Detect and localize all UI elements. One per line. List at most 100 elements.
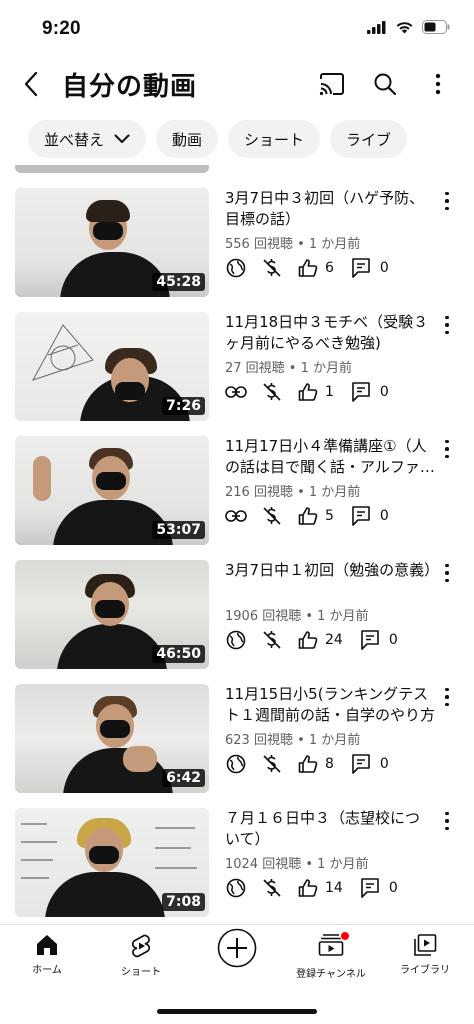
video-title[interactable]: 11月18日中３モチベ（受験３ヶ月前にやるべき勉強)	[225, 312, 435, 354]
shorts-icon	[131, 934, 151, 958]
cast-icon	[319, 73, 344, 96]
video-title[interactable]: 3月7日中１初回（勉強の意義）	[225, 560, 435, 602]
video-list[interactable]: 45:28 3月7日中３初回（ハゲ予防、目標の話） 556 回視聴 • 1 か月…	[0, 165, 474, 923]
comment-icon	[350, 257, 372, 279]
video-meta: 1906 回視聴 • 1 か月前	[225, 609, 369, 624]
globe-icon	[225, 877, 247, 899]
comments-count: 0	[379, 756, 389, 772]
video-menu-button[interactable]	[440, 686, 454, 708]
video-thumbnail[interactable]: 7:26	[15, 312, 209, 421]
video-title[interactable]: 3月7日中３初回（ハゲ予防、目標の話）	[225, 188, 435, 230]
video-thumbnail[interactable]: 45:28	[15, 188, 209, 297]
video-item[interactable]: 6:42 11月15日小5(ランキングテスト１週間前の話・自学のやり方 623 …	[0, 684, 474, 794]
cast-button[interactable]	[316, 68, 348, 100]
video-item[interactable]: 46:50 3月7日中１初回（勉強の意義） 1906 回視聴 • 1 か月前 2…	[0, 560, 474, 670]
more-vertical-icon	[435, 73, 441, 95]
video-thumbnail[interactable]: 6:42	[15, 684, 209, 793]
monetization-off-icon	[261, 877, 283, 899]
bottom-nav: ホーム ショート 登録チャンネル ライブラリ	[0, 924, 474, 1024]
create-plus-icon	[217, 928, 257, 968]
video-title[interactable]: 11月15日小5(ランキングテスト１週間前の話・自学のやり方	[225, 684, 435, 726]
nav-shorts[interactable]: ショート	[96, 933, 186, 978]
monetization-off-icon	[261, 381, 283, 403]
comments-count: 0	[388, 632, 398, 648]
video-item[interactable]: 53:07 11月17日小４準備講座①（人の話は目で聞く話・アルファベット 21…	[0, 436, 474, 546]
comments-count: 0	[379, 260, 389, 276]
cellular-signal-icon	[367, 20, 386, 34]
video-menu-button[interactable]	[440, 562, 454, 584]
video-stats: 14 0	[225, 876, 398, 900]
video-menu-button[interactable]	[440, 314, 454, 336]
video-stats: 5 0	[225, 504, 389, 528]
status-time: 9:20	[42, 18, 81, 39]
chip-live[interactable]: ライブ	[330, 120, 408, 158]
thumbs-up-icon	[297, 257, 319, 279]
video-thumbnail[interactable]: 53:07	[15, 436, 209, 545]
video-stats: 6 0	[225, 256, 389, 280]
monetization-off-icon	[261, 753, 283, 775]
likes-count: 1	[325, 384, 334, 400]
nav-create[interactable]	[192, 928, 282, 968]
chip-live-label: ライブ	[346, 130, 392, 149]
video-duration: 6:42	[162, 769, 205, 787]
more-options-button[interactable]	[422, 68, 454, 100]
thumbs-up-icon	[297, 629, 319, 651]
likes-count: 8	[325, 756, 334, 772]
video-menu-button[interactable]	[440, 438, 454, 460]
globe-icon	[225, 257, 247, 279]
video-duration: 7:08	[162, 893, 205, 911]
comments-count: 0	[379, 508, 389, 524]
chip-shorts[interactable]: ショート	[228, 120, 321, 158]
chip-sort[interactable]: 並べ替え	[28, 120, 147, 158]
likes-count: 24	[325, 632, 343, 648]
library-icon	[414, 934, 437, 956]
nav-library[interactable]: ライブラリ	[380, 933, 470, 976]
link-icon	[225, 505, 247, 527]
video-duration: 45:28	[152, 273, 205, 291]
subscriptions-icon-wrap	[318, 931, 350, 961]
video-duration: 53:07	[152, 521, 205, 539]
app-header: 自分の動画	[0, 56, 474, 112]
video-item[interactable]: 45:28 3月7日中３初回（ハゲ予防、目標の話） 556 回視聴 • 1 か月…	[0, 188, 474, 298]
video-thumbnail[interactable]: 46:50	[15, 560, 209, 669]
comment-icon	[350, 505, 372, 527]
video-thumbnail[interactable]: 7:08	[15, 808, 209, 917]
video-stats: 24 0	[225, 628, 398, 652]
notification-dot	[340, 931, 350, 941]
nav-subscriptions[interactable]: 登録チャンネル	[286, 931, 376, 980]
monetization-off-icon	[261, 629, 283, 651]
video-item[interactable]: 7:26 11月18日中３モチベ（受験３ヶ月前にやるべき勉強) 27 回視聴 •…	[0, 312, 474, 422]
comment-icon	[350, 381, 372, 403]
thumbs-up-icon	[297, 877, 319, 899]
video-item[interactable]: 7:08 ７月１６日中３（志望校について） 1024 回視聴 • 1 か月前 1…	[0, 808, 474, 918]
nav-home-label: ホーム	[32, 965, 62, 976]
back-button[interactable]	[16, 64, 46, 104]
wifi-icon	[396, 22, 413, 34]
video-meta: 556 回視聴 • 1 か月前	[225, 237, 361, 252]
nav-shorts-label: ショート	[121, 967, 161, 978]
chip-shorts-label: ショート	[244, 130, 305, 149]
thumbs-up-icon	[297, 381, 319, 403]
video-meta: 27 回視聴 • 1 か月前	[225, 361, 353, 376]
comment-icon	[350, 753, 372, 775]
chevron-down-icon	[114, 134, 130, 144]
whiteboard-drawing	[31, 324, 94, 381]
video-duration: 7:26	[162, 397, 205, 415]
chip-videos[interactable]: 動画	[156, 120, 219, 158]
status-bar: 9:20	[0, 0, 474, 56]
likes-count: 5	[325, 508, 334, 524]
likes-count: 6	[325, 260, 334, 276]
search-icon	[374, 73, 397, 96]
filter-chips: 並べ替え 動画 ショート ライブ	[28, 120, 408, 158]
video-stats: 8 0	[225, 752, 389, 776]
video-menu-button[interactable]	[440, 810, 454, 832]
link-icon	[225, 381, 247, 403]
video-title[interactable]: ７月１６日中３（志望校について）	[225, 808, 435, 850]
chip-videos-label: 動画	[172, 130, 203, 149]
nav-home[interactable]: ホーム	[2, 933, 92, 976]
search-button[interactable]	[369, 68, 401, 100]
video-menu-button[interactable]	[440, 190, 454, 212]
battery-icon	[422, 20, 450, 34]
video-title[interactable]: 11月17日小４準備講座①（人の話は目で聞く話・アルファベット	[225, 436, 435, 478]
home-icon	[37, 935, 57, 955]
